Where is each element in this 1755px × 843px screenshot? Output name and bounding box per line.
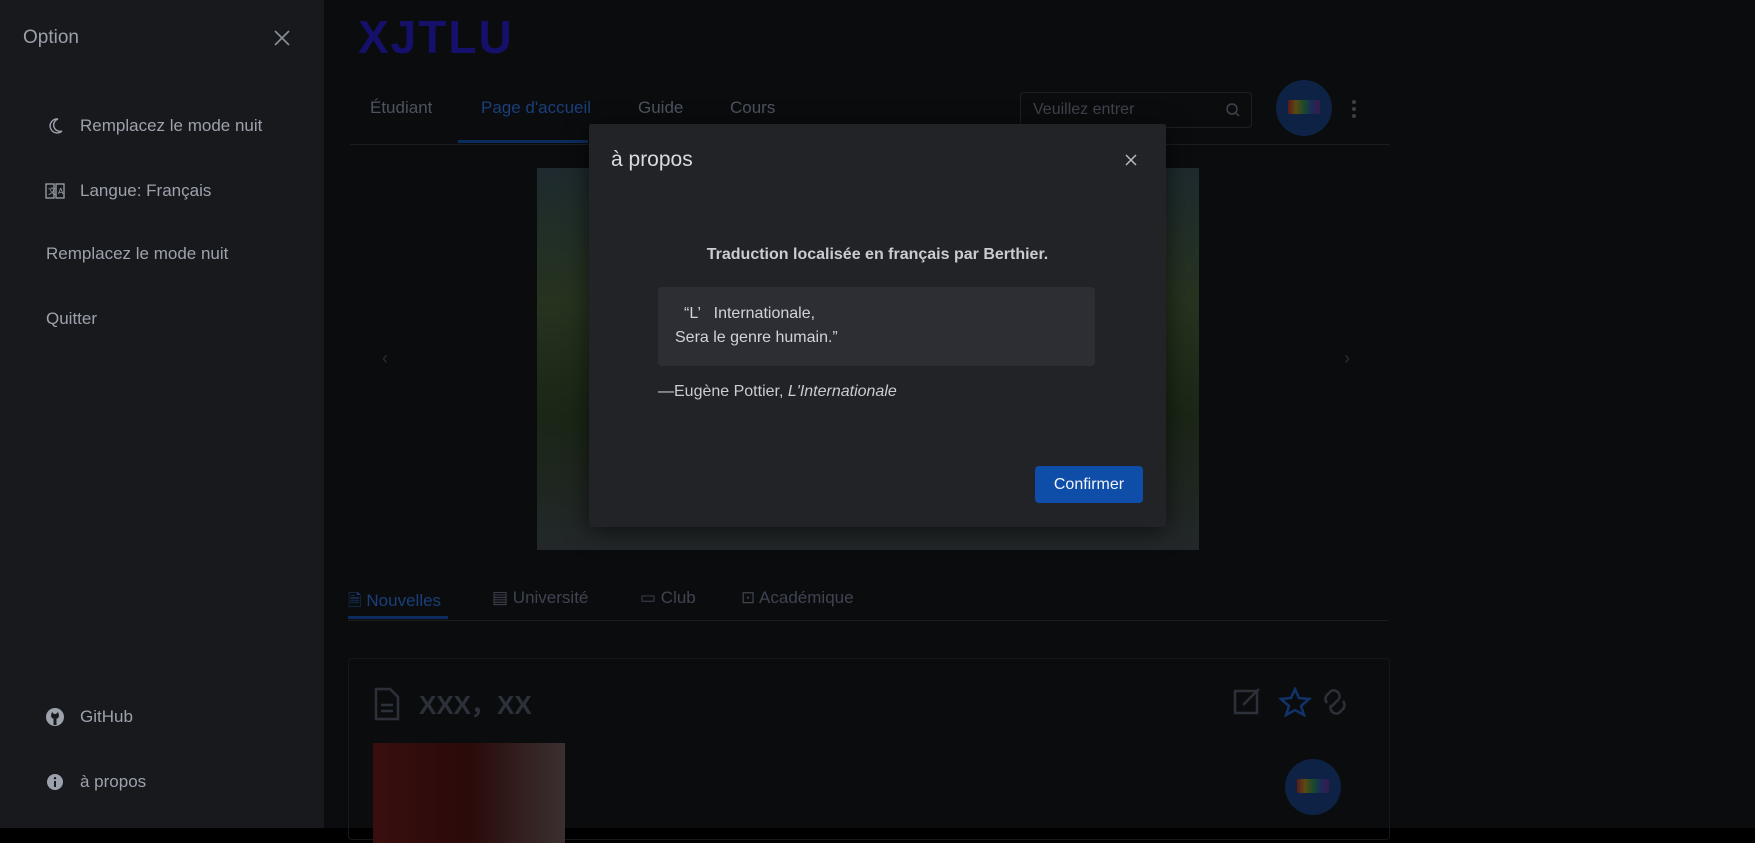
close-icon[interactable]	[1121, 150, 1141, 170]
document-icon	[374, 687, 400, 721]
sub-tabs: 🗎 Nouvelles ▤ Université ▭ Club ⊡ Académ…	[348, 580, 1388, 621]
star-icon[interactable]	[1278, 685, 1312, 718]
close-icon[interactable]	[270, 26, 294, 50]
quote-line-2: Sera le genre humain.”	[675, 329, 838, 346]
drawer-item-label: à propos	[80, 772, 147, 791]
link-icon[interactable]	[1324, 689, 1346, 715]
drawer-item-label: Quitter	[46, 309, 98, 328]
quote-line-1: “L’ Internationale,	[684, 305, 816, 322]
subtab-nouvelles-label: Nouvelles	[366, 591, 442, 610]
drawer-title: Option	[23, 27, 79, 48]
active-subtab-indicator	[348, 616, 448, 619]
moon-icon	[44, 115, 66, 137]
quote-attribution: —Eugène Pottier, L'Internationale	[658, 383, 897, 401]
building-icon: ▤	[492, 588, 509, 607]
drawer-item-night-mode[interactable]: Remplacez le mode nuit	[44, 115, 262, 137]
subtab-club[interactable]: ▭ Club	[640, 588, 696, 608]
tab-guide[interactable]: Guide	[638, 98, 683, 118]
drawer-item-quit[interactable]: Quitter	[46, 309, 97, 329]
search-icon[interactable]	[1225, 102, 1241, 118]
options-drawer: Option Remplacez le mode nuit 文 A Langue…	[0, 0, 324, 828]
attribution-author: —Eugène Pottier,	[658, 383, 788, 400]
subtab-club-label: Club	[660, 588, 696, 607]
about-dialog: à propos Traduction localisée en françai…	[589, 124, 1166, 527]
tab-etudiant[interactable]: Étudiant	[370, 98, 432, 118]
active-tab-indicator	[458, 140, 588, 143]
card-actions	[1233, 685, 1363, 722]
github-icon	[44, 706, 66, 728]
quote-block: “L’ Internationale, Sera le genre humain…	[658, 287, 1095, 366]
info-icon	[44, 771, 66, 793]
subtab-academique[interactable]: ⊡ Académique	[741, 588, 854, 608]
translation-credit: Traduction localisée en français par Ber…	[706, 246, 1049, 263]
card-title: XXX，XX	[419, 690, 532, 720]
author-avatar[interactable]	[1285, 759, 1341, 815]
search-placeholder: Veuillez entrer	[1033, 101, 1135, 118]
drawer-item-night-mode-2[interactable]: Remplacez le mode nuit	[46, 244, 228, 264]
confirm-button[interactable]: Confirmer	[1035, 466, 1143, 503]
subtab-universite[interactable]: ▤ Université	[492, 588, 588, 608]
edit-icon[interactable]	[1233, 688, 1260, 715]
news-card: XXX，XX	[348, 658, 1390, 843]
drawer-item-label: Remplacez le mode nuit	[46, 244, 229, 263]
cup-icon: ▭	[640, 588, 657, 607]
avatar-image	[1288, 100, 1320, 114]
carousel-prev-icon[interactable]: ‹	[382, 348, 388, 369]
card-thumbnail	[373, 743, 565, 843]
author-avatar-image	[1297, 779, 1329, 793]
translate-icon: 文 A	[44, 180, 66, 202]
app-logo: XJTLU	[358, 11, 514, 63]
dialog-title: à propos	[611, 148, 693, 171]
carousel-next-icon[interactable]: ›	[1344, 348, 1350, 369]
subtab-academique-label: Académique	[759, 588, 854, 607]
svg-text:A: A	[58, 187, 64, 196]
svg-text:文: 文	[48, 186, 56, 196]
user-avatar[interactable]	[1276, 80, 1332, 136]
tab-cours[interactable]: Cours	[730, 98, 775, 118]
document-icon: 🗎	[348, 591, 362, 610]
search-input[interactable]: Veuillez entrer	[1020, 92, 1252, 128]
attribution-work: L'Internationale	[787, 383, 897, 400]
drawer-item-about[interactable]: à propos	[44, 771, 146, 793]
subtab-universite-label: Université	[512, 588, 589, 607]
drawer-item-language[interactable]: 文 A Langue: Français	[44, 180, 211, 202]
drawer-item-label: Langue: Français	[80, 181, 212, 200]
drawer-item-label: GitHub	[80, 707, 133, 726]
subtab-nouvelles[interactable]: 🗎 Nouvelles	[348, 588, 441, 617]
drawer-item-label: Remplacez le mode nuit	[80, 116, 263, 135]
more-menu-icon[interactable]	[1352, 100, 1356, 121]
tab-page-accueil[interactable]: Page d'accueil	[481, 98, 591, 118]
cart-icon: ⊡	[741, 588, 756, 607]
drawer-item-github[interactable]: GitHub	[44, 706, 133, 728]
